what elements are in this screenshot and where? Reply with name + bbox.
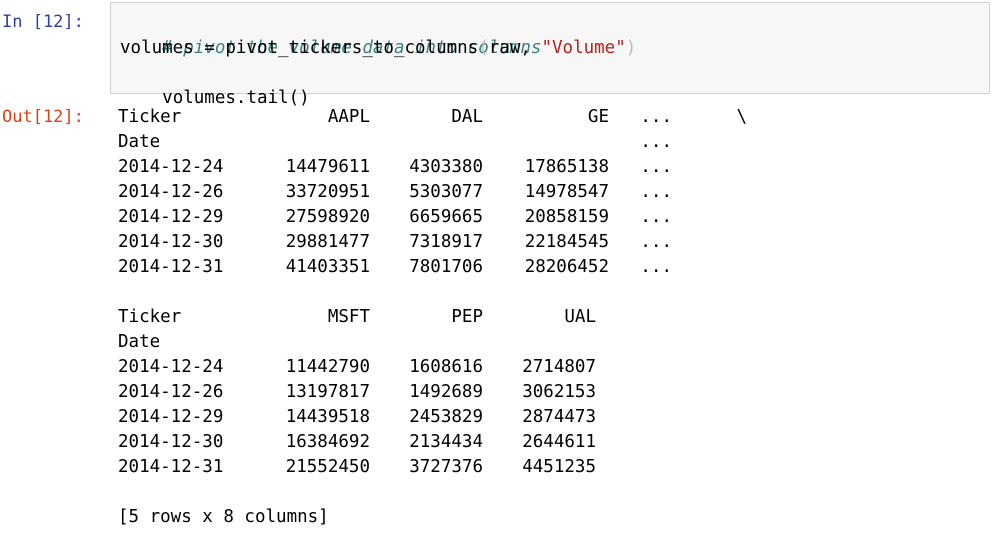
table-row: 2014-12-30 16384692 2134434 2644611	[118, 430, 978, 455]
row-value: 13197817	[285, 382, 370, 402]
input-prompt: In [12]:	[2, 12, 84, 32]
code-arg-raw: raw,	[488, 38, 542, 58]
row-date: 2014-12-30	[118, 432, 224, 452]
output-area: Ticker AAPL DAL GE... \ Date... 2014-12-24 14…	[118, 105, 978, 530]
code-call: volumes = pivot_tickers_to_columns	[120, 38, 479, 58]
row-date: 2014-12-24	[118, 357, 224, 377]
column-header: MSFT	[327, 307, 370, 327]
row-date: 2014-12-26	[118, 182, 224, 202]
row-value: 6659665	[409, 207, 483, 227]
row-value: 29881477	[285, 232, 370, 252]
row-date: 2014-12-29	[118, 407, 224, 427]
table-row: 2014-12-24 14479611 4303380 17865138...	[118, 155, 978, 180]
row-ellipsis: ...	[640, 182, 672, 202]
row-value: 7318917	[409, 232, 483, 252]
table-header-row: Ticker AAPL DAL GE... \	[118, 105, 978, 130]
row-value: 2714807	[522, 357, 596, 377]
row-value: 17865138	[524, 157, 609, 177]
row-date: 2014-12-29	[118, 207, 224, 227]
table-summary: [5 rows x 8 columns]	[118, 507, 329, 527]
index-label-row: Date...	[118, 130, 978, 155]
row-ellipsis: ...	[640, 207, 672, 227]
row-value: 1608616	[409, 357, 483, 377]
code-input-area[interactable]: # pivot the volume data into columns vol…	[110, 2, 990, 108]
row-value: 3727376	[409, 457, 483, 477]
row-value: 28206452	[524, 257, 609, 277]
table-row: 2014-12-29 27598920 6659665 20858159...	[118, 205, 978, 230]
row-date: 2014-12-26	[118, 382, 224, 402]
header-label: Ticker	[118, 307, 182, 327]
row-value: 2644611	[522, 432, 596, 452]
row-value: 14439518	[285, 407, 370, 427]
column-header: GE	[587, 107, 609, 127]
row-value: 2134434	[409, 432, 483, 452]
table-row: 2014-12-31 21552450 3727376 4451235	[118, 455, 978, 480]
table-row: 2014-12-29 14439518 2453829 2874473	[118, 405, 978, 430]
row-value: 14479611	[285, 157, 370, 177]
column-header: PEP	[451, 307, 483, 327]
row-value: 21552450	[285, 457, 370, 477]
column-header: AAPL	[327, 107, 370, 127]
index-label-row: Date	[118, 330, 978, 355]
header-label: Ticker	[118, 107, 182, 127]
index-label: Date	[118, 132, 161, 152]
row-value: 27598920	[285, 207, 370, 227]
code-close-paren: )	[625, 38, 637, 58]
row-date: 2014-12-31	[118, 257, 224, 277]
row-ellipsis: ...	[640, 257, 672, 277]
column-header: DAL	[451, 107, 483, 127]
row-value: 16384692	[285, 432, 370, 452]
row-value: 7801706	[409, 257, 483, 277]
row-value: 11442790	[285, 357, 370, 377]
index-label: Date	[118, 332, 161, 352]
column-header: UAL	[564, 307, 596, 327]
table-row: 2014-12-31 41403351 7801706 28206452...	[118, 255, 978, 280]
row-value: 20858159	[524, 207, 609, 227]
row-value: 2453829	[409, 407, 483, 427]
row-value: 4303380	[409, 157, 483, 177]
index-ellipsis: ...	[640, 132, 672, 152]
table-row: 2014-12-24 11442790 1608616 2714807	[118, 355, 978, 380]
row-value: 3062153	[522, 382, 596, 402]
table-row: 2014-12-26 13197817 1492689 3062153	[118, 380, 978, 405]
row-date: 2014-12-24	[118, 157, 224, 177]
row-date: 2014-12-31	[118, 457, 224, 477]
row-value: 33720951	[285, 182, 370, 202]
code-line-assignment: volumes = pivot_tickers_to_columns(raw, …	[120, 36, 636, 61]
row-date: 2014-12-30	[118, 232, 224, 252]
table-row: 2014-12-30 29881477 7318917 22184545...	[118, 230, 978, 255]
row-value: 1492689	[409, 382, 483, 402]
continuation-marker: \	[736, 107, 747, 127]
table-header-row: Ticker MSFT PEP UAL	[118, 305, 978, 330]
row-value: 22184545	[524, 232, 609, 252]
row-value: 14978547	[524, 182, 609, 202]
row-value: 4451235	[522, 457, 596, 477]
output-prompt: Out[12]:	[2, 107, 84, 127]
code-open-paren: (	[478, 38, 489, 58]
row-ellipsis: ...	[640, 232, 672, 252]
row-value: 41403351	[285, 257, 370, 277]
column-ellipsis: ...	[640, 107, 672, 127]
row-value: 2874473	[522, 407, 596, 427]
row-ellipsis: ...	[640, 157, 672, 177]
row-value: 5303077	[409, 182, 483, 202]
table-row: 2014-12-26 33720951 5303077 14978547...	[118, 180, 978, 205]
code-string-arg: "Volume"	[541, 38, 626, 58]
